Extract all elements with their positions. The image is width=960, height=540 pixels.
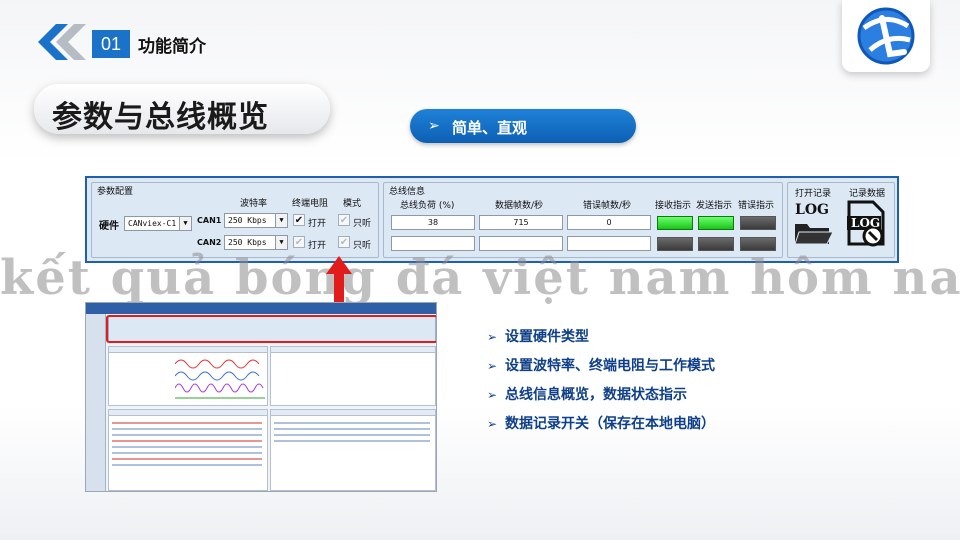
open-log-folder-button[interactable]: LOG: [793, 202, 837, 248]
globe-logo-icon: [857, 7, 915, 65]
error-indicator-header: 错误指示: [738, 201, 775, 211]
mode-column-header: 模式: [343, 199, 362, 209]
open-record-label: 打开记录: [795, 189, 832, 199]
chevron-down-icon[interactable]: ▼: [275, 236, 287, 249]
can2-label: CAN2: [197, 238, 222, 247]
can1-error-led: [740, 216, 776, 230]
error-fps-value-2: [567, 236, 651, 251]
brand-logo: [842, 0, 930, 72]
log-text: LOG: [795, 202, 829, 218]
error-fps-value: 0: [567, 215, 651, 230]
data-fps-header: 数据帧数/秒: [495, 201, 544, 211]
feature-bullet-list: ➢ 设置硬件类型 ➢ 设置波特率、终端电阻与工作模式 ➢ 总线信息概览，数据状态指示 …: [487, 326, 715, 442]
bullet-text: 设置波特率、终端电阻与工作模式: [505, 358, 715, 374]
bus-group-title: 总线信息: [389, 187, 426, 197]
main-title: 参数与总线概览: [52, 100, 269, 135]
record-log-text: LOG: [851, 216, 881, 230]
bus-load-value: 38: [391, 215, 475, 230]
can1-rx-led: [657, 216, 693, 230]
thumbnail-message-pane-right: [270, 409, 436, 491]
error-fps-header: 错误帧数/秒: [583, 201, 632, 211]
can2-tx-led: [698, 237, 734, 251]
bullet-arrow-icon: ➢: [487, 359, 498, 373]
thumbnail-sidebar: [86, 314, 106, 491]
chevron-down-icon[interactable]: ▼: [179, 217, 191, 230]
bullet-item: ➢ 总线信息概览，数据状态指示: [487, 384, 715, 413]
thumbnail-message-pane-left: [108, 409, 268, 491]
can2-listen-checkbox[interactable]: ✔: [338, 236, 350, 248]
can1-listen-label: 只听: [353, 219, 372, 229]
thumbnail-titlebar: [86, 303, 436, 314]
watermark-text: kết quả bóng đá việt nam hôm nay: [0, 250, 960, 306]
can1-baud-select[interactable]: 250 Kbps ▼: [224, 213, 288, 228]
bullet-arrow-icon: ➢: [487, 330, 498, 344]
can2-termination-checkbox[interactable]: ✔: [293, 236, 305, 248]
can1-baud-value: 250 Kbps: [228, 216, 267, 225]
rx-indicator-header: 接收指示: [655, 201, 692, 211]
section-number: 01: [92, 30, 130, 58]
folder-icon: [794, 224, 833, 245]
back-chevron-icon: [38, 24, 86, 60]
can1-termination-checkbox[interactable]: ✔: [293, 214, 305, 226]
bullet-text: 数据记录开关（保存在本地电脑）: [505, 416, 715, 432]
baud-column-header: 波特率: [240, 199, 268, 209]
data-fps-value: 715: [479, 215, 563, 230]
bullet-item: ➢ 设置硬件类型: [487, 326, 715, 355]
can2-baud-select[interactable]: 250 Kbps ▼: [224, 235, 288, 250]
bus-load-header: 总线负荷 (%): [400, 201, 455, 211]
bullet-arrow-icon: ➢: [487, 388, 498, 402]
thumbnail-tree-pane: [270, 346, 436, 406]
data-fps-value-2: [479, 236, 563, 251]
param-group-title: 参数配置: [97, 187, 134, 197]
can1-label: CAN1: [197, 216, 222, 225]
app-screenshot-thumbnail: [85, 302, 437, 492]
section-title: 功能简介: [138, 37, 206, 57]
bullet-text: 总线信息概览，数据状态指示: [505, 387, 687, 403]
hardware-label: 硬件: [99, 221, 119, 232]
can1-listen-checkbox[interactable]: ✔: [338, 214, 350, 226]
bullet-item: ➢ 设置波特率、终端电阻与工作模式: [487, 355, 715, 384]
chevron-down-icon[interactable]: ▼: [275, 214, 287, 227]
thumbnail-signal-pane: [108, 346, 268, 406]
can1-tx-led: [698, 216, 734, 230]
subtitle-arrow-icon: ➢: [428, 118, 440, 134]
bus-load-value-2: [391, 236, 475, 251]
can2-error-led: [740, 237, 776, 251]
hardware-value: CANviex-C1: [128, 219, 177, 228]
bullet-arrow-icon: ➢: [487, 417, 498, 431]
can2-rx-led: [657, 237, 693, 251]
record-data-label: 记录数据: [849, 189, 886, 199]
subtitle: 简单、直观: [452, 119, 528, 137]
hardware-select[interactable]: CANviex-C1 ▼: [124, 216, 192, 231]
waveform-graphic: [175, 359, 265, 399]
bullet-text: 设置硬件类型: [505, 329, 589, 345]
tx-indicator-header: 发送指示: [696, 201, 733, 211]
can1-termination-label: 打开: [308, 219, 327, 229]
can2-baud-value: 250 Kbps: [228, 238, 267, 247]
bullet-item: ➢ 数据记录开关（保存在本地电脑）: [487, 413, 715, 442]
record-data-button[interactable]: LOG: [843, 200, 889, 250]
thumbnail-highlight-box: [106, 315, 436, 343]
termination-column-header: 终端电阻: [292, 199, 329, 209]
